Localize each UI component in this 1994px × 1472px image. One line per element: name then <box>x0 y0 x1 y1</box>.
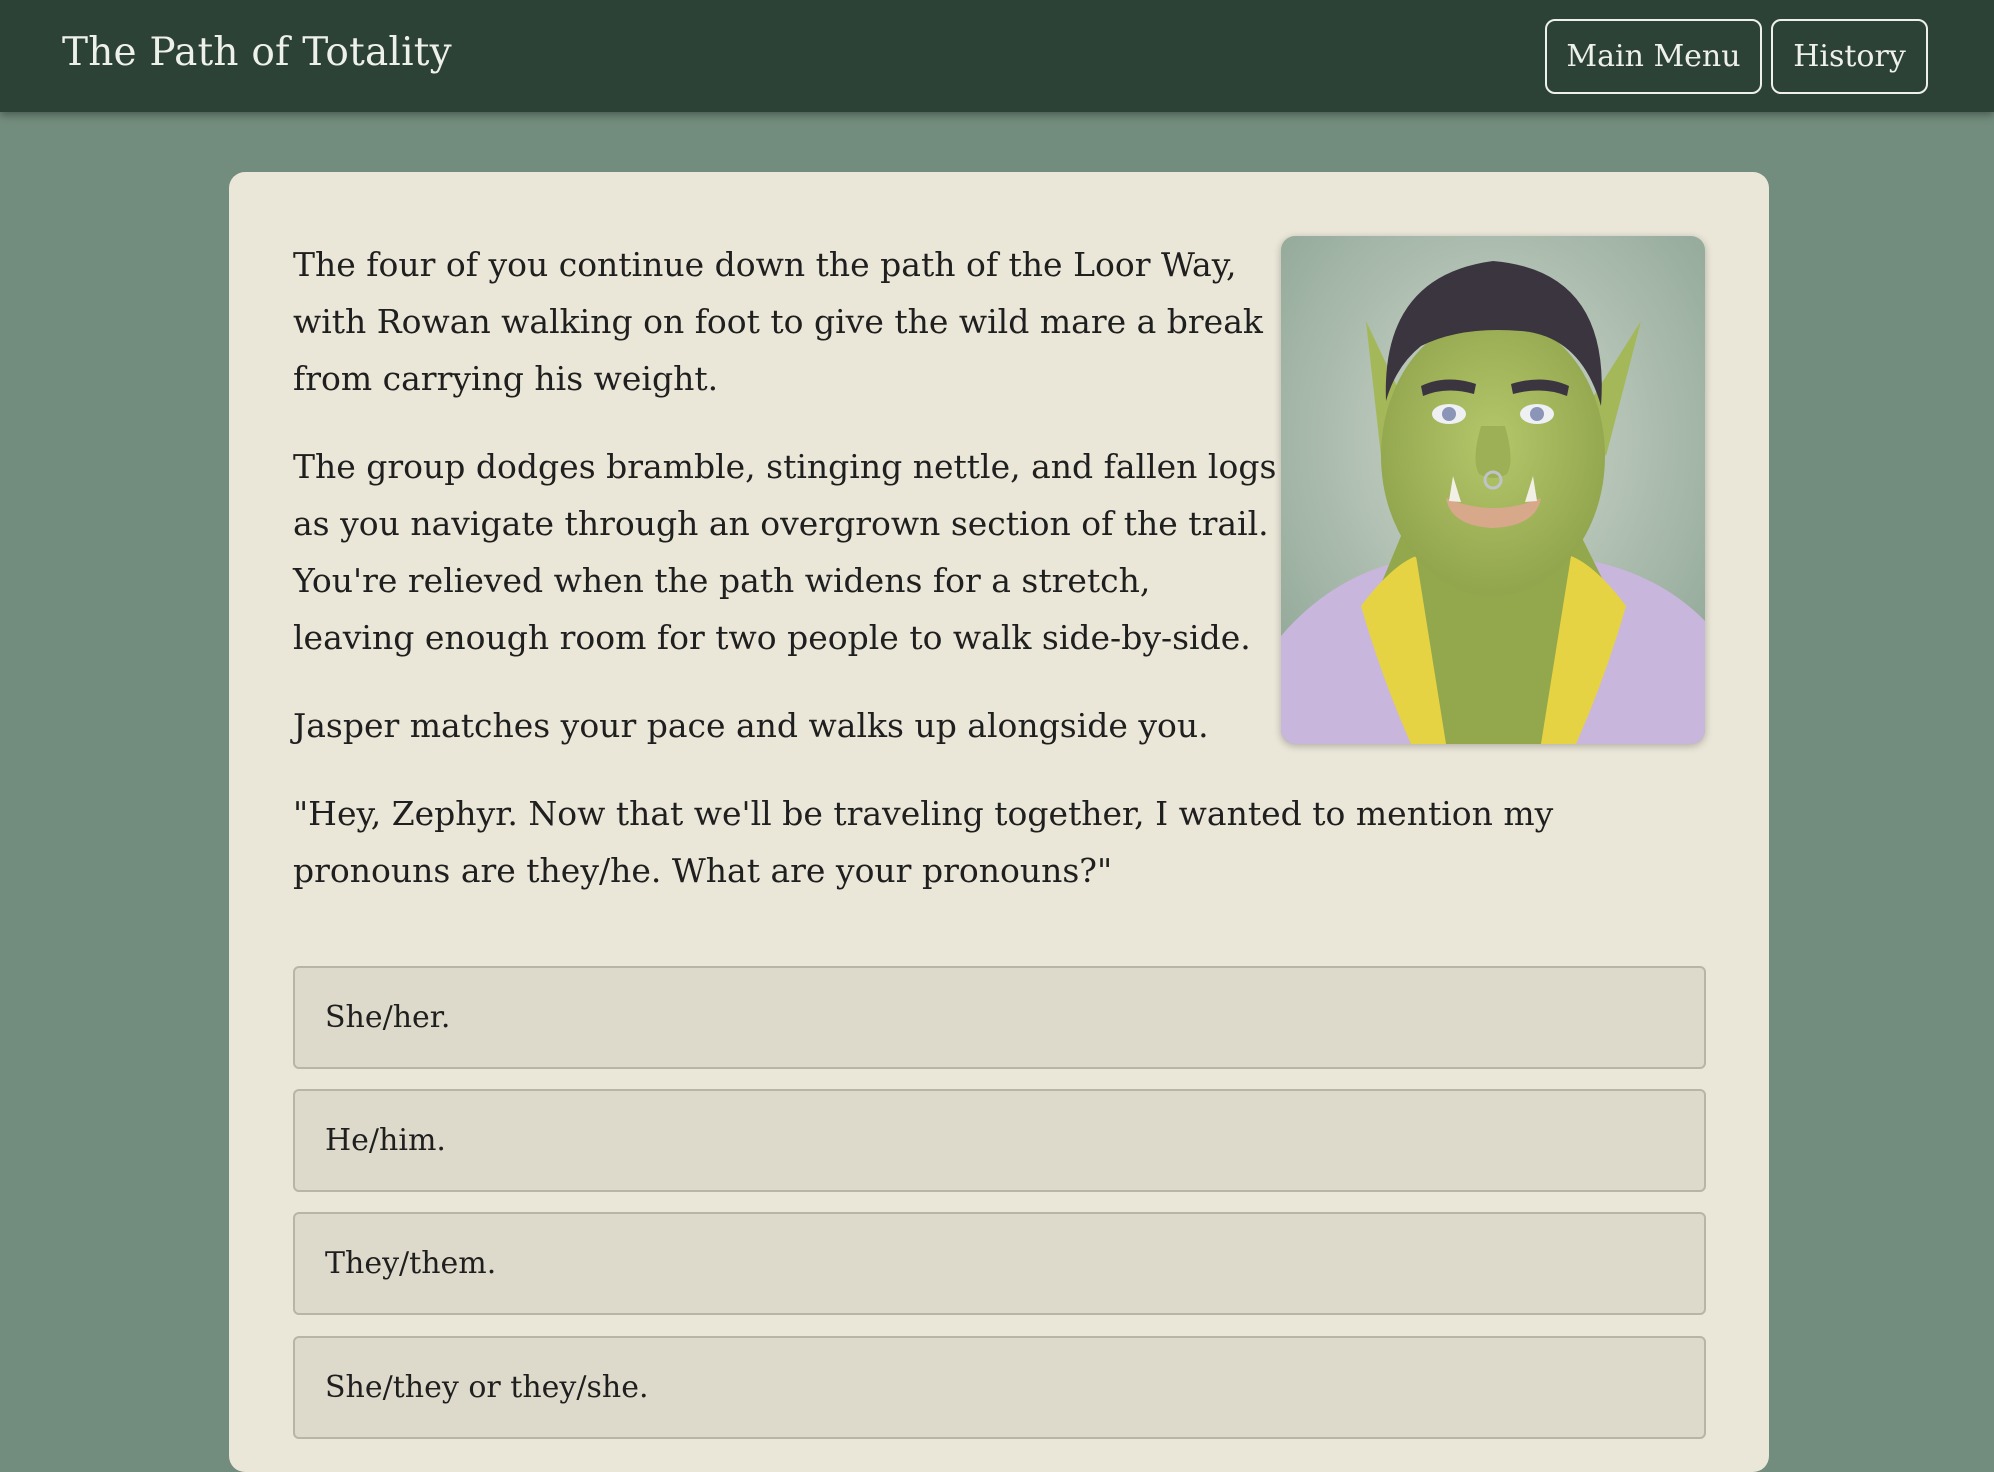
history-button[interactable]: History <box>1771 19 1928 94</box>
choice-he-him[interactable]: He/him. <box>293 1089 1706 1192</box>
choice-they-them[interactable]: They/them. <box>293 1212 1706 1315</box>
story-paragraph-3: Jasper matches your pace and walks up al… <box>293 706 1209 745</box>
main-menu-button[interactable]: Main Menu <box>1545 19 1762 94</box>
story-text: The four of you continue down the path o… <box>293 236 1709 930</box>
choice-she-they[interactable]: She/they or they/she. <box>293 1336 1706 1439</box>
dialogue-paragraph: "Hey, Zephyr. Now that we'll be travelin… <box>293 794 1554 890</box>
app-title: The Path of Totality <box>62 30 452 75</box>
top-bar: The Path of Totality Main Menu History <box>0 0 1994 112</box>
story-paragraph-1: The four of you continue down the path o… <box>293 245 1263 398</box>
choice-she-her[interactable]: She/her. <box>293 966 1706 1069</box>
story-paragraph-2: The group dodges bramble, stinging nettl… <box>293 447 1277 657</box>
